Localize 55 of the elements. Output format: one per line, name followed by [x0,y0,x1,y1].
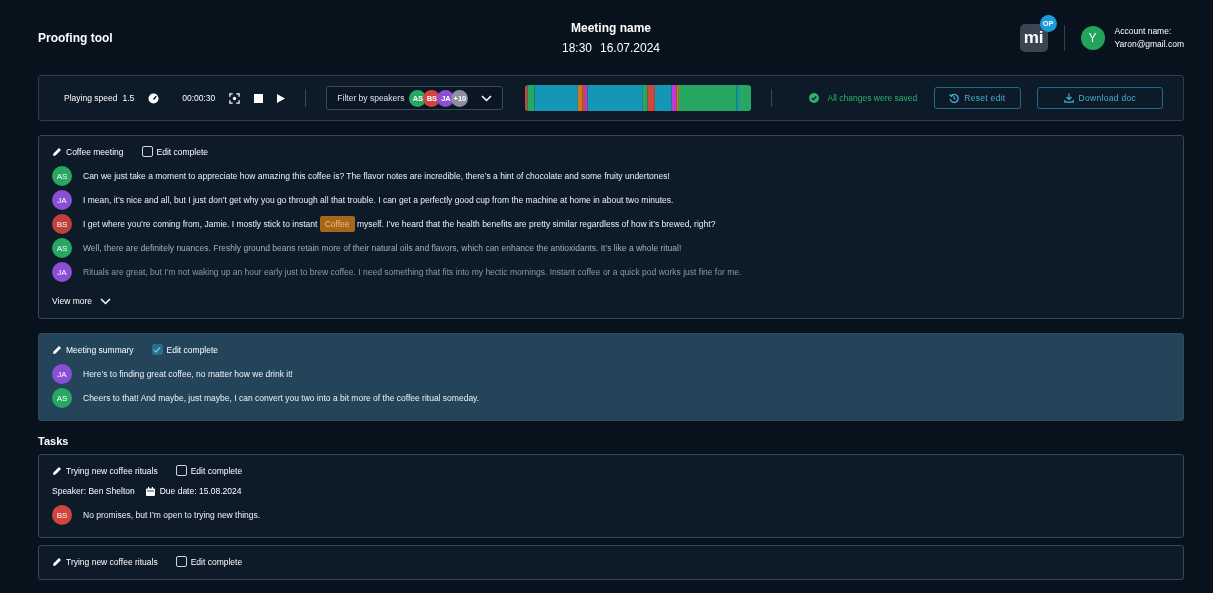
gauge-icon[interactable] [148,92,160,104]
task-title[interactable]: Trying new coffee rituals [66,556,158,567]
transcript-line: I mean, it’s nice and all, but I just don’t get why you go through all that trouble. I can get a perfectly good cup from the machine at home in about two minutes. [83,195,674,205]
play-icon[interactable] [277,93,286,103]
calendar-icon [145,486,155,496]
transcript-line: Here’s to finding great coffee, no matter how we drink it! [83,369,293,379]
transcript-line: Well, there are definitely nuances. Freshly ground beans retain more of their natural oils and flavors, which can enhance the antioxidants. It’s like a whole ritual! [83,243,682,253]
transcript-line: Cheers to that! And maybe, just maybe, I can convert you two into a bit more of the coffee ritual someday. [83,393,480,403]
stop-icon[interactable] [254,93,264,103]
save-status: All changes were saved [827,93,918,103]
transcript-line: Can we just take a moment to appreciate how amazing this coffee is? The flavor notes are incredible, there’s a hint of chocolate and some fruity undertones! [83,171,670,181]
edit-complete-checkbox[interactable] [151,344,163,355]
chevron-down-icon [100,297,111,305]
pencil-icon[interactable] [52,146,62,157]
pencil-icon[interactable] [52,344,62,355]
speaker-avatar: AS [52,166,72,186]
view-more-button[interactable]: View more [52,296,111,306]
speaker-avatar: AS [52,238,72,258]
tasks-heading: Tasks [38,435,70,447]
task-speaker: Speaker: Ben Shelton [52,486,135,496]
speed-label: Playing speed [64,93,118,103]
download-doc-button[interactable]: Download doc [1036,87,1163,109]
section-title[interactable]: Meeting summary [66,344,134,355]
speaker-avatar: AS [52,388,72,408]
speaker-avatar: BS [52,214,72,234]
checkbox-label[interactable]: Edit complete [190,465,243,476]
section-title[interactable]: Coffee meeting [66,146,124,157]
transcript-line: No promises, but I’m open to trying new things. [83,510,261,520]
transcript-line: I get where you’re coming from, Jamie. I mostly stick to instant Coffee myself. I’ve heard that the health benefits are pretty similar regardless of how it’s brewed, right? [83,219,716,229]
meeting-time: 18:30 [561,40,592,55]
transcript-line: Rituals are great, but I’m not waking up an hour early just to brew coffee. I need something that fits into my hectic mornings. Instant coffee or a quick pod works just fine for me. [83,267,742,277]
reset-edit-button[interactable]: Reset edit [934,87,1021,109]
task-title[interactable]: Trying new coffee rituals [66,465,158,476]
meeting-name: Meeting name [570,20,652,35]
focus-icon[interactable] [229,92,241,104]
speaker-avatar: JA [52,262,72,282]
pencil-icon[interactable] [52,556,62,567]
account-email: Yaron@gmail.com [1114,37,1184,51]
app-title: Proofing tool [38,30,114,45]
account-label: Account name: [1114,24,1173,38]
speaker-avatar: BS [52,505,72,525]
speaker-avatar: JA [52,364,72,384]
checkbox-label[interactable]: Edit complete [156,146,208,157]
meeting-date: 16.07.2024 [600,40,661,55]
check-circle-icon [809,93,820,103]
checkbox-label[interactable]: Edit complete [190,556,243,567]
download-icon [1063,93,1074,103]
speed-value[interactable]: 1.5 [122,93,135,103]
pencil-icon[interactable] [52,465,62,476]
chevron-down-icon [481,94,493,102]
history-icon [949,93,960,103]
task-due-date: Due date: 15.08.2024 [159,486,242,496]
checkbox-label[interactable]: Edit complete [166,344,219,355]
speaker-avatar: JA [52,190,72,210]
playback-time: 00:00:30 [182,93,216,103]
